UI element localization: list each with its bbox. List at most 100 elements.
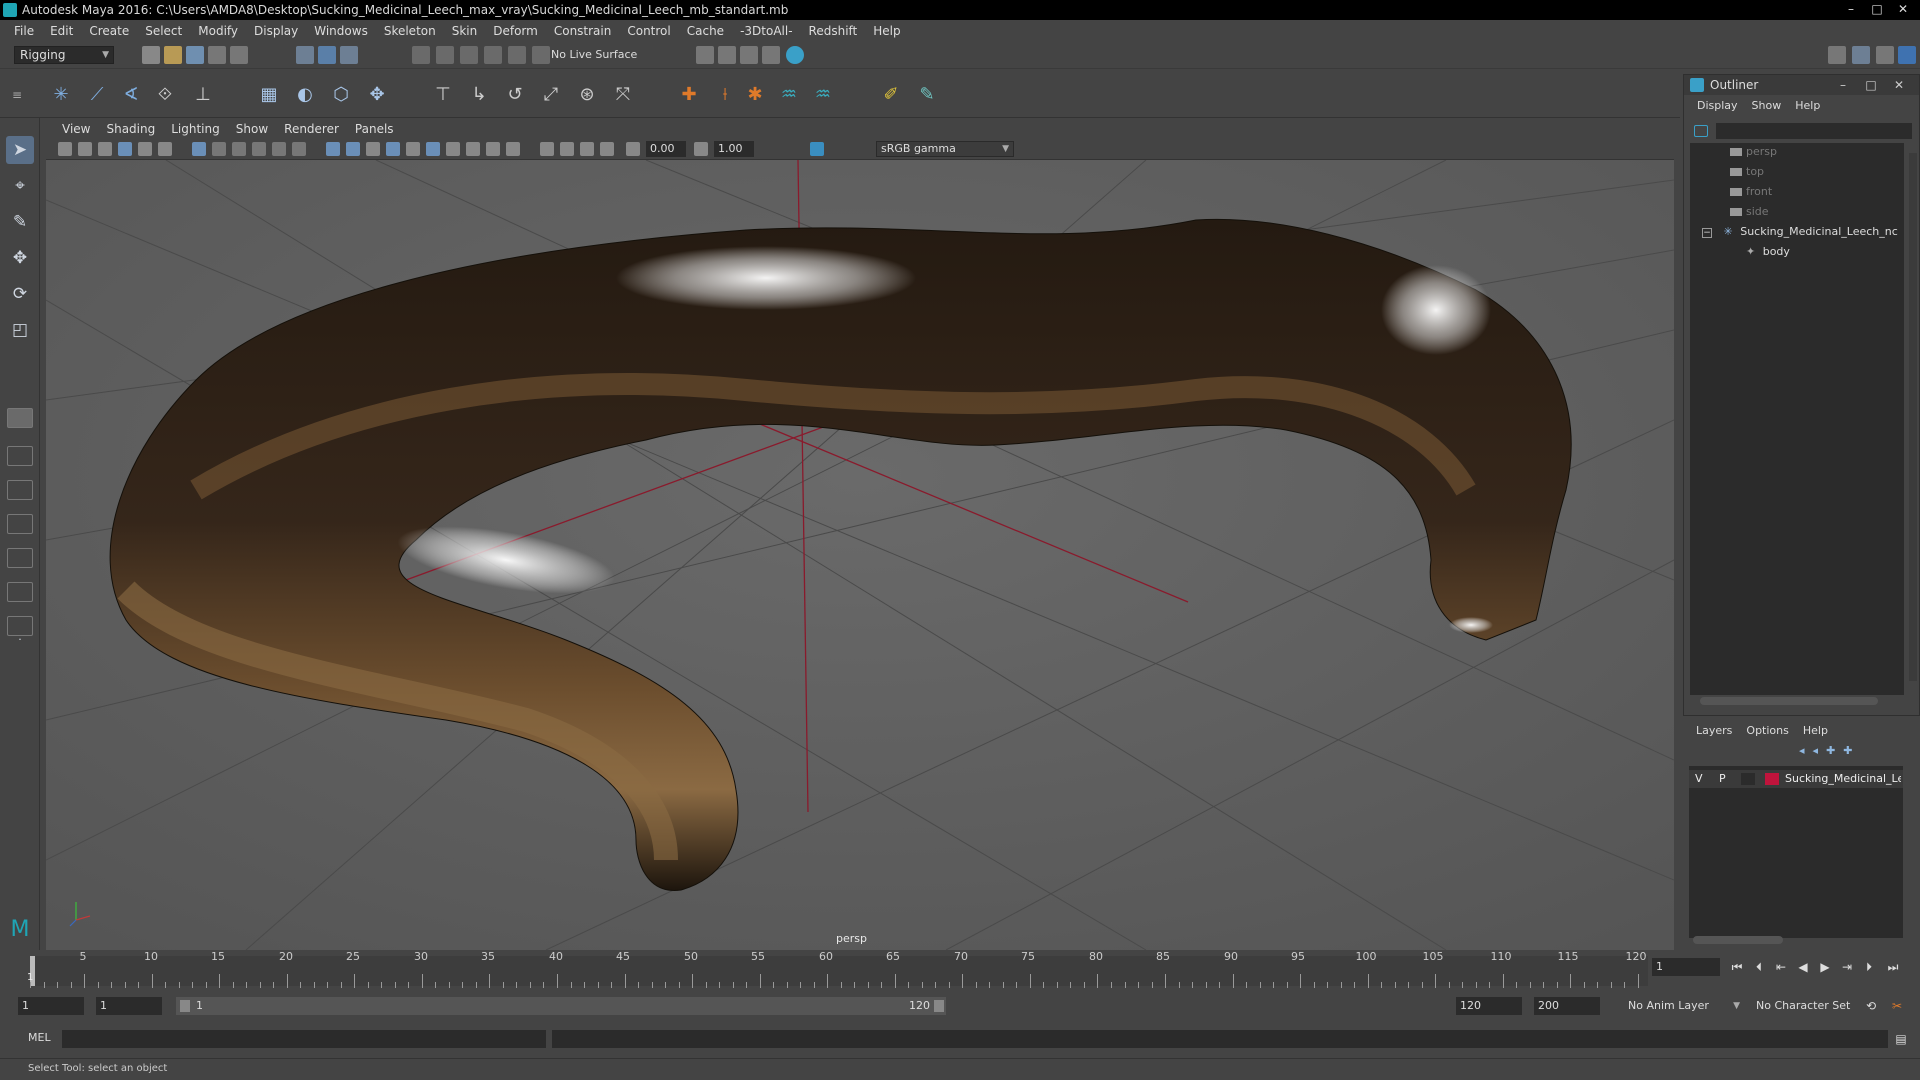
snap-to-point-icon[interactable]: [460, 46, 478, 64]
hypershade-icon[interactable]: [786, 46, 804, 64]
range-start-handle[interactable]: [180, 1000, 190, 1012]
play-backwards-icon[interactable]: ◀: [1794, 958, 1812, 976]
ik-spline-icon[interactable]: ⟊: [712, 82, 738, 108]
menu-skin[interactable]: Skin: [444, 24, 486, 38]
menu-set-select[interactable]: Rigging ▼: [14, 46, 114, 64]
aim-constraint-icon[interactable]: ↳: [466, 82, 492, 108]
menu-control[interactable]: Control: [619, 24, 678, 38]
outliner-persp-layout-icon[interactable]: [7, 582, 33, 602]
outliner-horizontal-scrollbar[interactable]: [1700, 697, 1878, 705]
paint-skin-icon[interactable]: ✐: [878, 82, 904, 108]
xray-joints-icon[interactable]: [486, 142, 500, 156]
panel-menu-view[interactable]: View: [54, 122, 98, 136]
animation-start-field[interactable]: 1: [18, 997, 84, 1015]
collapse-icon[interactable]: −: [1702, 228, 1712, 238]
scale-tool-icon[interactable]: ◰: [6, 316, 34, 344]
menu-display[interactable]: Display: [246, 24, 306, 38]
layer-menu-help[interactable]: Help: [1796, 724, 1835, 737]
outliner-item-persp[interactable]: persp: [1730, 143, 1777, 161]
single-perspective-layout-icon[interactable]: [7, 408, 33, 428]
orient-joint-icon[interactable]: ⟐: [152, 82, 178, 108]
textured-icon[interactable]: [386, 142, 400, 156]
gate-mask-icon[interactable]: [252, 142, 266, 156]
snap-to-view-plane-icon[interactable]: [484, 46, 502, 64]
panel-menu-show[interactable]: Show: [228, 122, 276, 136]
script-language-label[interactable]: MEL: [28, 1031, 51, 1044]
orient-constraint-icon[interactable]: ↺: [502, 82, 528, 108]
gamma-icon[interactable]: [694, 142, 708, 156]
step-forward-frame-icon[interactable]: ⏵: [1860, 958, 1878, 976]
panel-menu-renderer[interactable]: Renderer: [276, 122, 347, 136]
new-layer-from-selected-icon[interactable]: ✚: [1843, 744, 1852, 757]
toggle-attribute-editor-icon[interactable]: [1852, 46, 1870, 64]
menu-create[interactable]: Create: [81, 24, 137, 38]
outliner-search-input[interactable]: [1716, 123, 1912, 139]
shelf-options-icon[interactable]: ≡: [10, 82, 24, 108]
outliner-maximize-button[interactable]: □: [1857, 75, 1885, 95]
refresh-icon[interactable]: [1694, 125, 1708, 137]
auto-key-icon[interactable]: ⟲: [1862, 997, 1880, 1015]
select-tool-icon[interactable]: ➤: [6, 136, 34, 164]
select-by-object-icon[interactable]: [318, 46, 336, 64]
smooth-shade-icon[interactable]: [346, 142, 360, 156]
bind-skin-icon[interactable]: ▦: [256, 82, 282, 108]
playback-start-field[interactable]: 1: [96, 997, 162, 1015]
xray-components-icon[interactable]: [506, 142, 520, 156]
menu-modify[interactable]: Modify: [190, 24, 246, 38]
minimize-button[interactable]: –: [1838, 0, 1864, 20]
open-scene-icon[interactable]: [164, 46, 182, 64]
ipr-render-icon[interactable]: [740, 46, 758, 64]
layer-display-type[interactable]: [1741, 773, 1755, 785]
pole-vector-constraint-icon[interactable]: ⤧: [610, 82, 636, 108]
character-set-select[interactable]: No Character Set: [1756, 997, 1874, 1015]
render-frame-icon[interactable]: [718, 46, 736, 64]
outliner-close-button[interactable]: ✕: [1885, 75, 1913, 95]
menu-help[interactable]: Help: [865, 24, 908, 38]
mirror-joint-icon[interactable]: ∢: [118, 82, 144, 108]
image-plane-icon[interactable]: [118, 142, 132, 156]
outliner-minimize-button[interactable]: –: [1829, 75, 1857, 95]
outliner-item-top[interactable]: top: [1730, 163, 1764, 181]
hik-control-icon[interactable]: ♒: [810, 82, 836, 108]
playback-end-field[interactable]: 120: [1456, 997, 1522, 1015]
toggle-tool-settings-icon[interactable]: [1876, 46, 1894, 64]
character-icon[interactable]: ✱: [742, 82, 768, 108]
select-camera-icon[interactable]: [58, 142, 72, 156]
snap-to-curve-icon[interactable]: [436, 46, 454, 64]
insert-joint-icon[interactable]: ⟋: [84, 82, 110, 108]
go-to-end-icon[interactable]: ⏭: [1884, 958, 1902, 976]
new-scene-icon[interactable]: [142, 46, 160, 64]
menu-file[interactable]: File: [6, 24, 42, 38]
film-gate-icon[interactable]: [212, 142, 226, 156]
panel-menu-lighting[interactable]: Lighting: [163, 122, 228, 136]
animation-end-field[interactable]: 200: [1534, 997, 1600, 1015]
redo-icon[interactable]: [230, 46, 248, 64]
menu-edit[interactable]: Edit: [42, 24, 81, 38]
outliner-menu-help[interactable]: Help: [1788, 99, 1827, 112]
layout-more-icon[interactable]: ·: [6, 626, 34, 654]
undo-icon[interactable]: [208, 46, 226, 64]
layer-playback-toggle[interactable]: P: [1719, 770, 1726, 788]
go-to-start-icon[interactable]: ⏮: [1728, 958, 1746, 976]
layer-row[interactable]: V P Sucking_Medicinal_Le: [1689, 770, 1903, 788]
xray-icon[interactable]: [466, 142, 480, 156]
menu-cache[interactable]: Cache: [679, 24, 732, 38]
exposure-icon[interactable]: [626, 142, 640, 156]
cluster-icon[interactable]: ✥: [364, 82, 390, 108]
grid-toggle-icon[interactable]: [192, 142, 206, 156]
ik-handle-icon[interactable]: ⊥: [190, 82, 216, 108]
layer-menu-layers[interactable]: Layers: [1689, 724, 1739, 737]
color-management-icon[interactable]: [810, 142, 824, 156]
script-editor-icon[interactable]: ▤: [1892, 1030, 1910, 1048]
lattice-icon[interactable]: ⬡: [328, 82, 354, 108]
scale-constraint-icon[interactable]: ⤢: [538, 82, 564, 108]
range-end-handle[interactable]: [934, 1000, 944, 1012]
menu-windows[interactable]: Windows: [306, 24, 376, 38]
workspace-icon[interactable]: [1828, 46, 1846, 64]
menu-3dtoall[interactable]: -3DtoAll-: [732, 24, 800, 38]
outliner-item-front[interactable]: front: [1730, 183, 1772, 201]
animation-preferences-icon[interactable]: ✂: [1888, 997, 1906, 1015]
parent-constraint-icon[interactable]: ⊛: [574, 82, 600, 108]
rotate-tool-icon[interactable]: ⟳: [6, 280, 34, 308]
layer-menu-options[interactable]: Options: [1739, 724, 1795, 737]
